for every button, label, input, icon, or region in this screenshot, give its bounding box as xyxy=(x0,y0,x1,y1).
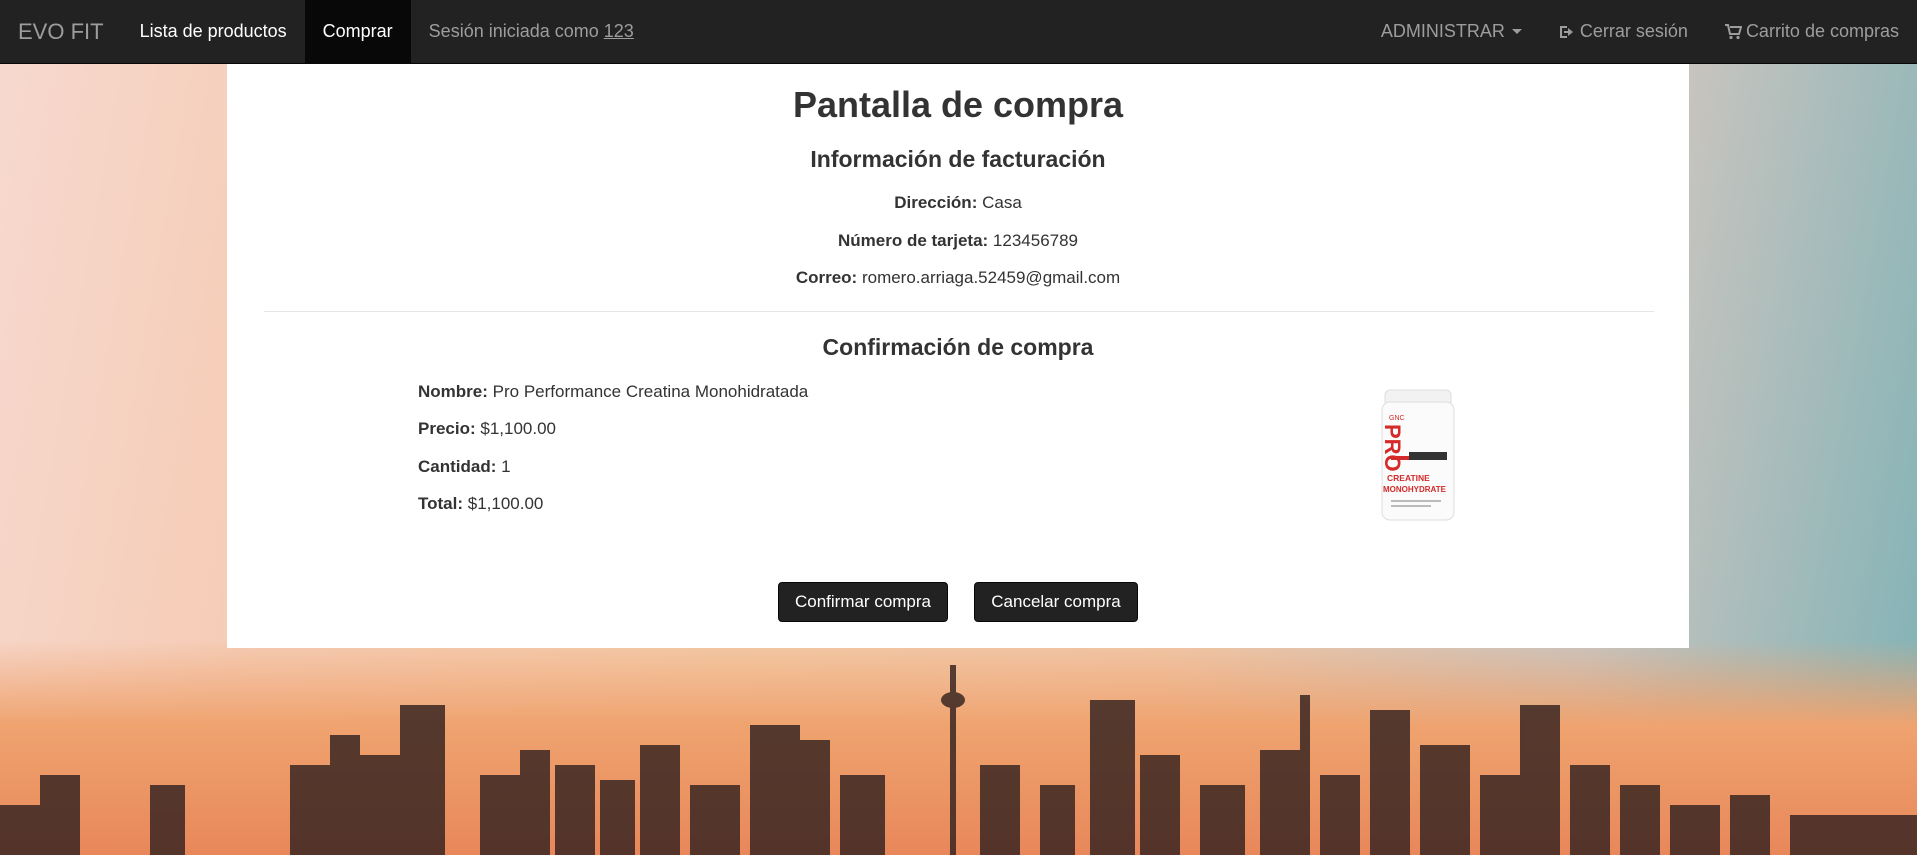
session-text: Sesión iniciada como xyxy=(428,21,599,41)
purchase-panel: Pantalla de compra Información de factur… xyxy=(227,64,1689,648)
product-name: Nombre: Pro Performance Creatina Monohid… xyxy=(418,382,808,402)
product-line2-text: CREATINE xyxy=(1387,473,1430,483)
confirmation-heading: Confirmación de compra xyxy=(822,334,1094,360)
city-skyline-background xyxy=(0,665,1917,855)
admin-dropdown[interactable]: ADMINISTRAR xyxy=(1363,0,1540,63)
navbar-right: ADMINISTRAR Cerrar sesión Carrito de com… xyxy=(1363,0,1917,63)
cart-label: Carrito de compras xyxy=(1745,21,1899,41)
billing-email: Correo: romero.arriaga.52459@gmail.com xyxy=(227,268,1689,288)
quantity-label: Cantidad: xyxy=(418,457,497,476)
product-quantity: Cantidad: 1 xyxy=(418,457,511,477)
brand-logo[interactable]: EVO FIT xyxy=(0,0,122,63)
card-value: 123456789 xyxy=(992,231,1079,250)
session-status: Sesión iniciada como 123 xyxy=(411,0,652,63)
address-value: Casa xyxy=(982,193,1022,212)
price-value: $1,100.00 xyxy=(480,419,557,438)
admin-label: ADMINISTRAR xyxy=(1380,21,1505,41)
section-divider xyxy=(264,311,1654,312)
product-line3-text: MONOHYDRATE xyxy=(1383,485,1447,494)
quantity-value: 1 xyxy=(501,457,511,476)
shopping-cart-icon xyxy=(1724,23,1742,40)
name-value: Pro Performance Creatina Monohidratada xyxy=(492,382,809,401)
billing-card: Número de tarjeta: 123456789 xyxy=(227,231,1689,251)
email-value: romero.arriaga.52459@gmail.com xyxy=(861,268,1121,287)
billing-address: Dirección: Casa xyxy=(227,193,1689,213)
product-price: Precio: $1,100.00 xyxy=(418,419,556,439)
product-line1-text: PRO xyxy=(1380,424,1405,472)
logout-label: Cerrar sesión xyxy=(1579,21,1688,41)
logout-icon xyxy=(1558,24,1576,40)
caret-down-icon xyxy=(1511,29,1522,34)
product-brand-text: GNC xyxy=(1389,415,1405,422)
product-image: GNC PRO CREATINE MONOHYDRATE xyxy=(1380,389,1455,521)
price-label: Precio: xyxy=(418,419,476,438)
product-total: Total: $1,100.00 xyxy=(418,494,543,514)
cancel-purchase-button[interactable]: Cancelar compra xyxy=(974,582,1138,622)
card-label: Número de tarjeta: xyxy=(837,231,989,250)
name-label: Nombre: xyxy=(418,382,488,401)
session-user-link[interactable]: 123 xyxy=(604,21,634,42)
page-title: Pantalla de compra xyxy=(792,84,1124,125)
top-navbar: EVO FIT Lista de productos Comprar Sesió… xyxy=(0,0,1917,64)
address-label: Dirección: xyxy=(894,193,978,212)
email-label: Correo: xyxy=(795,268,858,287)
billing-heading: Información de facturación xyxy=(810,146,1106,172)
nav-item-product-list[interactable]: Lista de productos xyxy=(122,0,305,63)
nav-item-buy[interactable]: Comprar xyxy=(304,0,411,63)
total-label: Total: xyxy=(418,494,464,513)
logout-link[interactable]: Cerrar sesión xyxy=(1540,0,1706,63)
total-value: $1,100.00 xyxy=(467,494,544,513)
cart-link[interactable]: Carrito de compras xyxy=(1706,0,1917,63)
confirm-purchase-button[interactable]: Confirmar compra xyxy=(778,582,948,622)
